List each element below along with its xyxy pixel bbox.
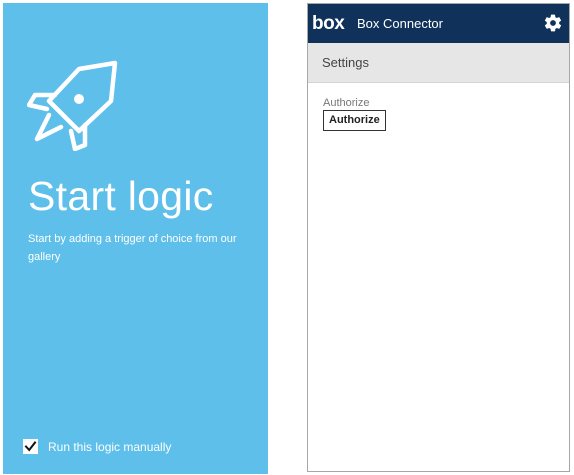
settings-section-header[interactable]: Settings <box>308 43 569 83</box>
run-manually-option[interactable]: Run this logic manually <box>23 439 171 454</box>
authorize-field-label: Authorize <box>323 97 370 109</box>
box-logo: box <box>312 13 345 34</box>
checkmark-icon <box>24 441 37 452</box>
start-logic-title: Start logic <box>28 173 214 219</box>
connector-title: Box Connector <box>357 16 443 31</box>
rocket-icon <box>27 60 118 151</box>
designer-canvas: Start logic Start by adding a trigger of… <box>0 0 574 475</box>
authorize-button[interactable]: Authorize <box>323 110 386 131</box>
start-logic-panel[interactable]: Start logic Start by adding a trigger of… <box>3 3 268 474</box>
run-manually-checkbox[interactable] <box>23 439 38 454</box>
connector-header: box Box Connector <box>308 4 569 43</box>
gear-icon[interactable] <box>543 13 563 33</box>
run-manually-label: Run this logic manually <box>48 439 172 454</box>
start-logic-description: Start by adding a trigger of choice from… <box>28 233 237 263</box>
authorize-section: Authorize Authorize <box>308 83 569 131</box>
box-connector-card[interactable]: box Box Connector Settings Authorize Aut… <box>307 3 570 472</box>
